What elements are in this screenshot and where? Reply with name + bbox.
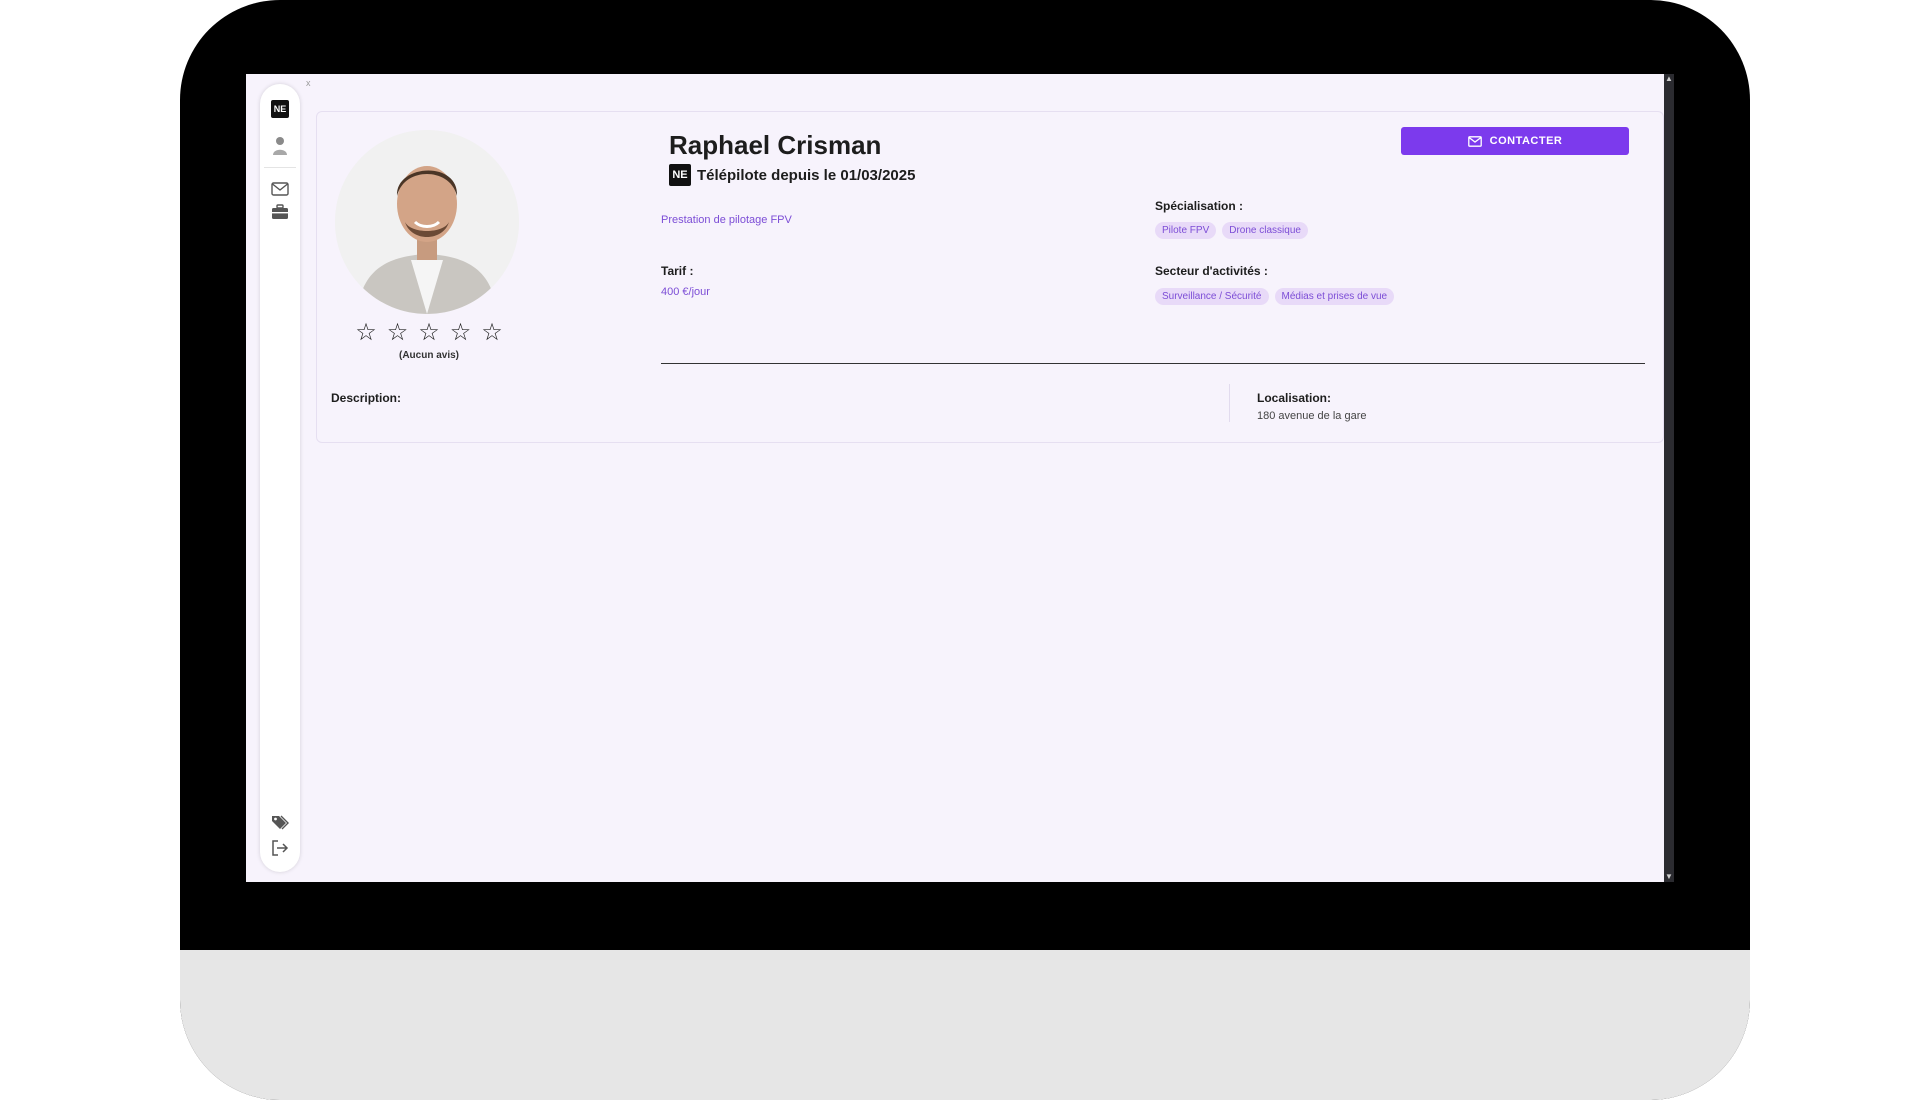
profile-card: ☆ ☆ ☆ ☆ ☆ (Aucun avis) Raphael Crisman N…: [316, 111, 1664, 443]
scroll-down-icon[interactable]: ▼: [1664, 872, 1674, 882]
service-name: Prestation de pilotage FPV: [661, 214, 792, 226]
scroll-up-icon[interactable]: ▲: [1664, 74, 1674, 84]
localisation-value: 180 avenue de la gare: [1257, 410, 1367, 422]
specialisation-tags: Pilote FPV Drone classique: [1155, 222, 1308, 239]
sidebar-item-tags[interactable]: [268, 810, 292, 834]
secteur-tags: Surveillance / Sécurité Médias et prises…: [1155, 288, 1395, 305]
sidebar-item-missions[interactable]: [268, 200, 292, 224]
briefcase-icon: [272, 204, 288, 219]
sidebar-item-logo[interactable]: NE: [268, 97, 292, 121]
mail-icon: [1467, 135, 1482, 147]
monitor-chin: [180, 950, 1750, 1100]
star-icon: ☆: [449, 319, 472, 346]
sidebar-item-profile[interactable]: [268, 134, 292, 158]
profile-name: Raphael Crisman: [669, 130, 882, 160]
star-icon: ☆: [418, 319, 440, 346]
secteur-tag: Surveillance / Sécurité: [1155, 288, 1269, 305]
scrollbar[interactable]: ▲ ▼: [1664, 74, 1674, 882]
specialisation-label: Spécialisation :: [1155, 199, 1244, 213]
specialisation-tag: Pilote FPV: [1155, 222, 1217, 239]
corner-mark: x: [306, 78, 311, 88]
sidebar-item-logout[interactable]: [268, 836, 292, 860]
app-screen: x NE ☆ ☆ ☆ ☆ ☆ (Aucun avis) Raphael Cris…: [246, 74, 1674, 882]
star-icon: ☆: [386, 319, 409, 346]
sidebar-item-messages[interactable]: [268, 177, 292, 201]
localisation-label: Localisation:: [1257, 391, 1332, 405]
tarif-value: 400 €/jour: [661, 286, 710, 298]
description-label: Description:: [331, 391, 402, 405]
contact-button[interactable]: CONTACTER: [1401, 127, 1629, 155]
user-icon: [273, 137, 287, 155]
review-count: (Aucun avis): [398, 350, 459, 361]
pilot-since: NE Télépilote depuis le 01/03/2025: [669, 164, 915, 186]
tags-icon: [272, 815, 289, 830]
ne-badge-icon: NE: [669, 164, 691, 186]
logout-icon: [272, 840, 289, 856]
sidebar: NE: [260, 84, 300, 872]
ne-logo-icon: NE: [271, 100, 289, 118]
star-icon: ☆: [481, 319, 503, 346]
vertical-separator: [1229, 384, 1230, 422]
section-divider: [661, 363, 1645, 364]
rating-stars: ☆ ☆ ☆ ☆ ☆: [337, 320, 521, 346]
pilot-since-text: Télépilote depuis le 01/03/2025: [697, 166, 916, 184]
specialisation-tag: Drone classique: [1222, 222, 1308, 239]
star-icon: ☆: [355, 319, 377, 346]
tarif-label: Tarif :: [661, 264, 694, 278]
contact-button-label: CONTACTER: [1489, 135, 1563, 147]
mail-icon: [271, 182, 289, 196]
monitor-frame: x NE ☆ ☆ ☆ ☆ ☆ (Aucun avis) Raphael Cris…: [180, 0, 1750, 1100]
sidebar-separator: [264, 167, 296, 168]
secteur-label: Secteur d'activités :: [1155, 264, 1268, 278]
secteur-tag: Médias et prises de vue: [1274, 288, 1395, 305]
avatar: [335, 130, 519, 314]
